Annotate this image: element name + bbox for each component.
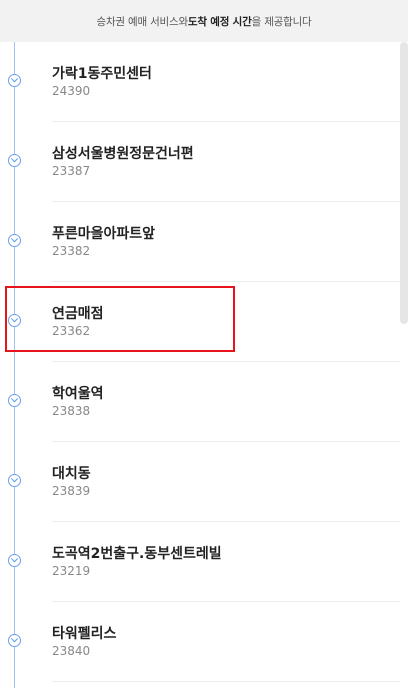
stop-row[interactable]: 대치동 23839 [0, 442, 400, 522]
stop-name: 학여울역 [52, 386, 104, 402]
stop-row[interactable]: 타워펠리스 23840 [0, 602, 400, 682]
chevron-down-circle-icon[interactable] [8, 154, 21, 167]
banner-bold: 도착 예정 시간 [187, 15, 252, 28]
chevron-down-circle-icon[interactable] [8, 394, 21, 407]
divider [52, 681, 400, 682]
banner-suffix: 을 제공합니다 [251, 15, 312, 28]
stop-code: 24390 [52, 84, 91, 98]
stop-row[interactable]: 푸른마을아파트앞 23382 [0, 202, 400, 282]
scrollbar[interactable] [400, 42, 408, 324]
stop-row[interactable]: 가락1동주민센터 24390 [0, 42, 400, 122]
stop-row[interactable]: 삼성서울병원정문건너편 23387 [0, 122, 400, 202]
highlight-annotation [5, 286, 235, 352]
chevron-down-circle-icon[interactable] [8, 474, 21, 487]
stop-name: 가락1동주민센터 [52, 66, 152, 82]
chevron-down-circle-icon[interactable] [8, 634, 21, 647]
chevron-down-circle-icon[interactable] [8, 554, 21, 567]
stop-code: 23387 [52, 164, 91, 178]
stop-name: 대치동 [52, 466, 91, 482]
stop-list: 가락1동주민센터 24390 삼성서울병원정문건너편 23387 푸른마을아파트앞 233… [0, 42, 400, 688]
stop-code: 23382 [52, 244, 91, 258]
stop-code: 23840 [52, 644, 91, 658]
stop-code: 23839 [52, 484, 91, 498]
chevron-down-circle-icon[interactable] [8, 234, 21, 247]
stop-row[interactable]: 도곡역2번출구.동부센트레빌 23219 [0, 522, 400, 602]
chevron-down-circle-icon[interactable] [8, 74, 21, 87]
stop-name: 푸른마을아파트앞 [52, 226, 156, 242]
stop-row[interactable]: 학여울역 23838 [0, 362, 400, 442]
stop-name: 도곡역2번출구.동부센트레빌 [52, 546, 222, 562]
stop-code: 23838 [52, 404, 91, 418]
stop-name: 타워펠리스 [52, 626, 117, 642]
stop-name: 삼성서울병원정문건너편 [52, 146, 194, 162]
info-banner: 승차권 예매 서비스와 도착 예정 시간 을 제공합니다 [0, 0, 408, 42]
banner-prefix: 승차권 예매 서비스와 [96, 15, 189, 28]
stop-code: 23219 [52, 564, 91, 578]
